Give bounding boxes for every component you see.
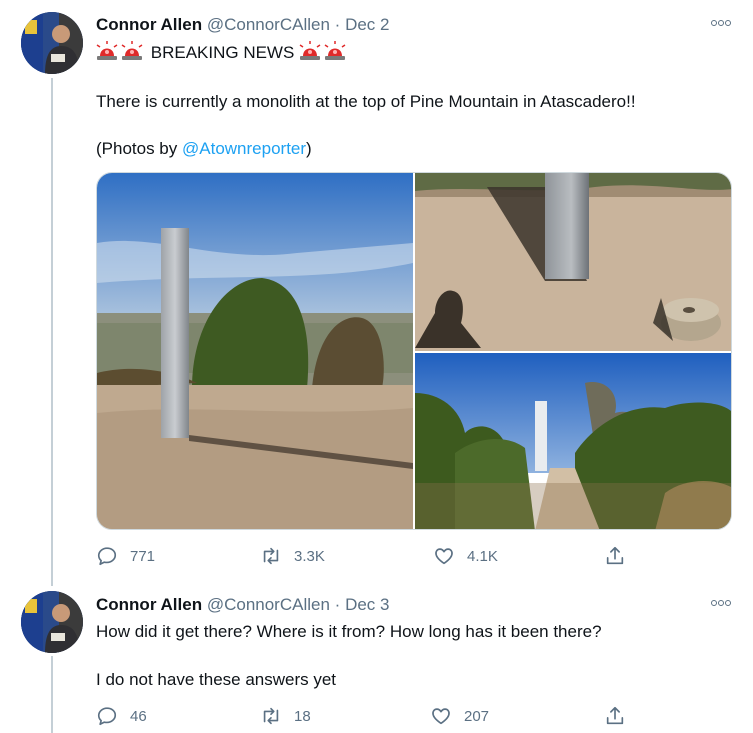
share-button[interactable] <box>604 703 638 729</box>
heart-icon <box>432 708 450 725</box>
separator: · <box>334 595 341 614</box>
photo-monolith-closeup[interactable] <box>415 173 731 351</box>
retweet-icon <box>263 707 279 725</box>
tweet-body-line-1: How did it get there? Where is it from? … <box>96 622 602 641</box>
author-name[interactable]: Connor Allen <box>96 15 202 34</box>
reply-icon <box>97 707 117 726</box>
tweet-body: There is currently a monolith at the top… <box>96 92 636 111</box>
reply-button[interactable]: 771 <box>96 543 155 569</box>
tweet-header: Connor Allen @ConnorCAllen · Dec 3 <box>96 594 389 616</box>
tweet-body-line-2: I do not have these answers yet <box>96 670 337 689</box>
headline-line: BREAKING NEWS <box>96 41 349 64</box>
headline-text: BREAKING NEWS <box>150 43 295 62</box>
thread-line-continued <box>51 656 53 733</box>
share-icon <box>606 546 624 565</box>
like-button[interactable]: 4.1K <box>433 543 498 569</box>
reply-count: 771 <box>130 547 156 565</box>
credit-suffix: ) <box>306 139 312 158</box>
tweet-actions: 771 3.3K 4.1K <box>96 543 636 569</box>
avatar[interactable] <box>21 591 83 653</box>
thread-line <box>51 78 53 586</box>
police-light-icon <box>96 41 118 61</box>
retweet-button[interactable]: 3.3K <box>260 543 325 569</box>
author-name[interactable]: Connor Allen <box>96 595 202 614</box>
share-icon <box>606 706 624 725</box>
tweet-header: Connor Allen @ConnorCAllen · Dec 2 <box>96 14 389 36</box>
separator: · <box>334 15 341 34</box>
credit-mention-link[interactable]: @Atownreporter <box>182 139 306 158</box>
retweet-count: 3.3K <box>294 547 325 565</box>
more-options-icon[interactable] <box>711 18 733 28</box>
retweet-count: 18 <box>294 707 311 725</box>
tweet-date[interactable]: Dec 3 <box>345 595 389 614</box>
reply-icon <box>97 547 117 566</box>
author-handle[interactable]: @ConnorCAllen <box>207 15 330 34</box>
avatar[interactable] <box>21 12 83 74</box>
like-button[interactable]: 207 <box>430 703 489 729</box>
more-options-icon[interactable] <box>711 598 733 608</box>
like-count: 207 <box>464 707 490 725</box>
share-button[interactable] <box>604 543 638 569</box>
like-count: 4.1K <box>467 547 498 565</box>
tweet-date[interactable]: Dec 2 <box>345 15 389 34</box>
photo-credit: (Photos by @Atownreporter) <box>96 138 312 160</box>
police-light-icon <box>299 41 321 61</box>
reply-button[interactable]: 46 <box>96 703 147 729</box>
retweet-icon <box>263 547 279 565</box>
retweet-button[interactable]: 18 <box>260 703 311 729</box>
police-light-icon <box>121 41 143 61</box>
reply-count: 46 <box>130 707 147 725</box>
police-light-icon <box>324 41 346 61</box>
photo-monolith-wide[interactable] <box>97 173 413 529</box>
photo-grid <box>96 172 732 530</box>
heart-icon <box>435 548 453 565</box>
photo-monolith-distant[interactable] <box>415 353 731 529</box>
author-handle[interactable]: @ConnorCAllen <box>207 595 330 614</box>
credit-prefix: (Photos by <box>96 139 182 158</box>
tweet-actions: 46 18 207 <box>96 703 636 729</box>
